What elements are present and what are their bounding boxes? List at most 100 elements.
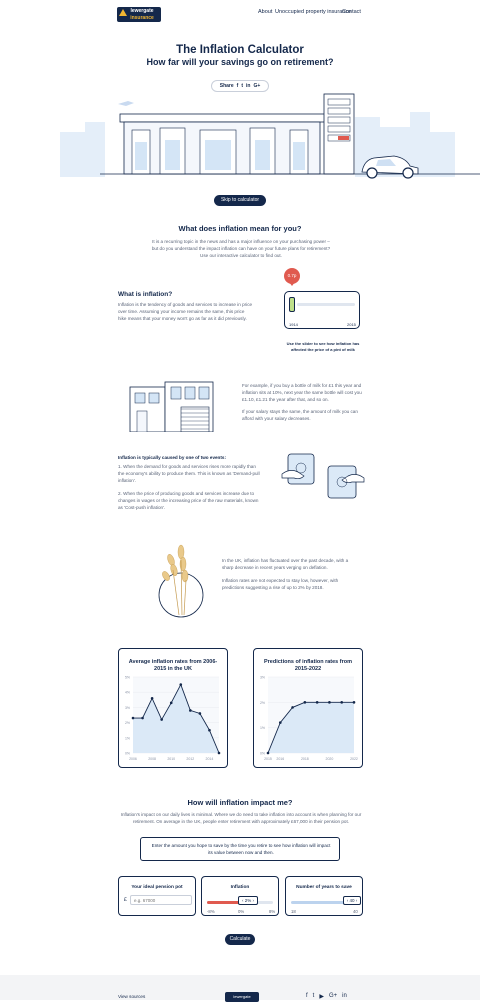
share-label: Share: [219, 83, 234, 89]
chart2-data-point: [303, 701, 307, 704]
chart1-x-tick: 2014: [206, 757, 214, 761]
page-title: The Inflation Calculator: [176, 44, 304, 56]
example-text: For example, if you buy a bottle of milk…: [242, 383, 362, 402]
google-plus-icon[interactable]: G+: [253, 83, 260, 89]
logo-subname: insurance: [130, 15, 154, 21]
chart1-y-tick: 2%: [125, 721, 130, 725]
chart2-plot: 0% 1% 2% 3% 2015 2016 2018 2020 2022: [260, 676, 358, 762]
chart1-data-point: [160, 718, 163, 721]
house-illustration: [129, 381, 214, 432]
milk-year-start: 1914: [289, 322, 298, 327]
inflation-mid: 0%: [238, 909, 245, 914]
impact-title: How will inflation impact me?: [187, 798, 293, 807]
chart2-y-tick: 2%: [260, 701, 265, 705]
chart2-x-tick: 2022: [350, 757, 358, 761]
chart1-data-point: [198, 712, 202, 715]
chart1-x-tick: 2008: [148, 757, 156, 761]
chart2-data-point: [340, 701, 344, 704]
footer-social: f t ▶ G+ in: [306, 993, 347, 1000]
chart1-x-tick: 2010: [167, 757, 175, 761]
facebook-icon[interactable]: f: [237, 83, 239, 89]
facebook-icon[interactable]: f: [306, 993, 308, 1000]
milk-slider-track[interactable]: [297, 303, 355, 306]
petrol-station-illustration: [60, 93, 480, 179]
chart2-x-tick: 2016: [276, 757, 284, 761]
chart1-y-tick: 1%: [125, 736, 130, 740]
calculator-prompt-box: Enter the amount you hope to save by the…: [140, 837, 340, 861]
milk-year-end: 2015: [347, 322, 356, 327]
inflation-card: Inflation ‹ 2% › -8% 0% 8%: [201, 876, 279, 916]
chart1-y-tick: 0%: [125, 752, 130, 756]
google-plus-icon[interactable]: G+: [329, 993, 337, 1000]
calculator-prompt-text: Enter the amount you hope to save by the…: [151, 843, 331, 855]
site-footer: View sources lewergate f t ▶ G+ in: [0, 975, 480, 1002]
chart2-y-tick: 3%: [260, 676, 265, 680]
chart2-data-point: [328, 701, 331, 704]
cause-item-1-text: When the demand for goods and services r…: [118, 464, 260, 484]
chart2-y-tick: 1%: [260, 726, 265, 730]
chart1-data-point: [208, 728, 211, 732]
chart1-y-tick: 3%: [125, 706, 130, 710]
inflation-value: 2%: [244, 898, 252, 903]
milk-bottle-icon: [289, 297, 295, 312]
causes-title: Inflation is typically caused by one of …: [118, 455, 226, 460]
what-is-inflation-title: What is inflation?: [118, 291, 173, 298]
inflation-label: Inflation: [230, 885, 250, 890]
nav-about[interactable]: About: [258, 9, 272, 15]
skip-to-calculator-button[interactable]: Skip to calculator: [214, 195, 266, 206]
view-sources-link[interactable]: View sources: [118, 994, 145, 999]
footer-logo[interactable]: lewergate: [225, 992, 259, 1002]
wheat-illustration: [158, 544, 204, 618]
chart2-y-tick: 0%: [260, 752, 265, 756]
uk-inflation-text: In the UK, inflation has fluctuated over…: [222, 558, 349, 570]
chart1-data-point: [189, 709, 192, 712]
historic-inflation-chart-card: Average inflation rates from 2006-2015 i…: [118, 648, 228, 768]
chart1-data-point: [179, 683, 183, 686]
chart1-y-tick: 4%: [125, 691, 130, 695]
chart2-data-point: [352, 701, 356, 704]
inflation-min: -8%: [207, 909, 215, 914]
chart1-data-point: [141, 716, 144, 720]
youtube-icon[interactable]: ▶: [319, 993, 324, 1000]
chart2-data-point: [291, 706, 294, 709]
pension-pot-card: Your ideal pension pot £: [118, 876, 196, 916]
twitter-icon[interactable]: t: [313, 993, 315, 1000]
calculate-button[interactable]: Calculate: [225, 934, 255, 945]
company-logo[interactable]: lewergate insurance: [117, 7, 161, 22]
chart2-data-point: [315, 701, 319, 704]
intro-title: What does inflation mean for you?: [178, 224, 302, 233]
chart1-data-point: [217, 751, 221, 755]
chart1-data-point: [150, 696, 154, 700]
twitter-icon[interactable]: t: [241, 83, 243, 89]
chart2-x-tick: 2020: [326, 757, 334, 761]
chart1-data-point: [169, 701, 173, 705]
pension-pot-input[interactable]: [130, 895, 192, 905]
inflation-slider-handle[interactable]: ‹ 2% ›: [238, 896, 258, 905]
chart1-plot: 0% 1% 2% 3% 4% 5% 2006 2008 2010 2012 2014: [125, 676, 221, 761]
years-card: Number of years to save ‹ 40 › 18 40: [285, 876, 363, 916]
inflation-max: 8%: [269, 909, 276, 914]
chart1-y-tick: 5%: [125, 676, 130, 680]
linkedin-icon[interactable]: in: [342, 993, 347, 1000]
example-text-salary: If your salary stays the same, the amoun…: [242, 409, 358, 421]
cause-item-2-text: When the price of producing goods and se…: [118, 491, 259, 511]
years-slider-handle[interactable]: ‹ 40 ›: [343, 896, 361, 905]
nav-unoccupied-property-insurance[interactable]: Unoccupied property insurance: [275, 9, 351, 15]
chart2-x-tick: 2018: [301, 757, 309, 761]
years-max: 40: [353, 909, 358, 914]
chart1-x-tick: 2006: [129, 757, 137, 761]
linkedin-icon[interactable]: in: [246, 83, 250, 89]
cause-item-2: 2. When the price of producing goods and…: [118, 491, 259, 511]
intro-text: It is a recurring topic in the news and …: [151, 239, 331, 259]
inflation-slider-fill: [207, 901, 240, 904]
nav-contact[interactable]: Contact: [342, 9, 361, 15]
site-header: lewergate insurance About Unoccupied pro…: [0, 0, 480, 28]
chart1-x-tick: 2012: [186, 757, 194, 761]
chart2-title: Predictions of inflation rates from 2015…: [263, 659, 352, 672]
chart2-data-point: [266, 751, 270, 755]
predicted-inflation-chart-card: Predictions of inflation rates from 2015…: [253, 648, 363, 768]
years-min: 18: [291, 909, 296, 914]
chart1-title: Average inflation rates from 2006-2015 i…: [128, 659, 218, 672]
uk-prediction-text: Inflation rates are not expected to stay…: [222, 578, 339, 590]
years-label: Number of years to save: [296, 885, 352, 890]
